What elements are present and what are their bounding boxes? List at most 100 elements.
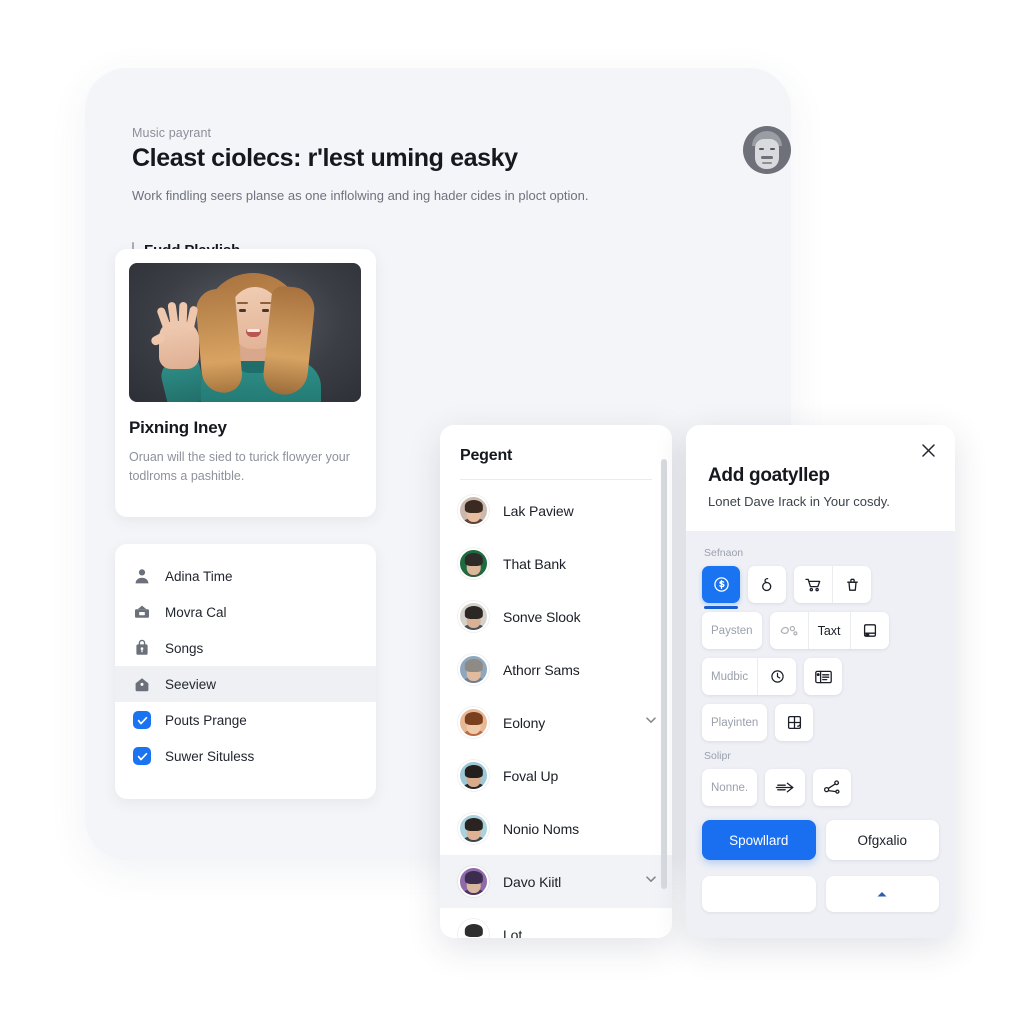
media-card[interactable]: Pixning Iney Oruan will the sied to turi… — [115, 249, 376, 517]
contact-name: Lak Paview — [503, 502, 574, 519]
toolbar-group — [748, 566, 786, 603]
photo-eye-right — [262, 309, 269, 312]
avatar-chin — [762, 162, 772, 164]
dialog-overflow-row — [702, 876, 939, 912]
home-icon — [133, 675, 151, 693]
toolbar-group — [702, 566, 740, 609]
toolbar-row: Paysten Taxt — [702, 612, 939, 649]
cart-button[interactable] — [794, 566, 832, 603]
avatar — [458, 548, 489, 579]
contact-row[interactable]: Athorr Sams — [440, 643, 672, 696]
menu-card: Adina Time Movra Cal Songs Seeview Pouts Pra… — [115, 544, 376, 799]
tablet-button[interactable] — [850, 612, 889, 649]
avatar — [458, 654, 489, 685]
window-icon — [786, 714, 803, 731]
trash-icon — [844, 576, 861, 593]
toolbar-button-label: Mudbic — [711, 670, 749, 683]
avatar-hair — [464, 871, 483, 884]
share-nodes-button[interactable] — [813, 769, 852, 806]
paysten-button[interactable]: Paysten — [702, 612, 762, 649]
menu-item-pouts-prange[interactable]: Pouts Prange — [115, 702, 376, 738]
dialog-header: Add goatyllep Lonet Dave Irack in Your c… — [686, 425, 955, 531]
overflow-button[interactable] — [825, 876, 939, 912]
menu-item-suwer-situless[interactable]: Suwer Situless — [115, 738, 376, 774]
contact-row[interactable]: Eolony — [440, 696, 672, 749]
menu-item-label: Seeview — [165, 676, 217, 692]
menu-item-label: Movra Cal — [165, 604, 227, 620]
hook-button[interactable] — [748, 566, 786, 603]
contact-name: Davo Kiitl — [503, 873, 562, 890]
dollar-circle-icon — [713, 576, 730, 593]
dialog-subtitle: Lonet Dave Irack in Your cosdy. — [708, 494, 890, 509]
contacts-scrollbar[interactable] — [661, 459, 667, 889]
page-title: Cleast ciolecs: r'lest uming easky — [132, 144, 518, 172]
photo-brow-right — [260, 302, 271, 304]
toolbar-button-label: Nonne. — [711, 781, 749, 794]
contact-row[interactable]: Foval Up — [440, 749, 672, 802]
avatar — [458, 866, 489, 897]
check-badge-icon — [133, 747, 151, 765]
close-icon[interactable] — [917, 439, 939, 461]
contacts-list: Lak Paview That Bank Sonve Slook Athorr Sam… — [440, 480, 672, 938]
list-panel-button[interactable] — [804, 658, 843, 695]
contact-name: Foval Up — [503, 767, 559, 784]
overflow-button[interactable] — [702, 876, 816, 912]
window-button[interactable] — [775, 704, 814, 741]
contact-name: Nonio Noms — [503, 820, 580, 837]
photo-brow-left — [237, 302, 248, 304]
person-icon — [133, 567, 151, 585]
toolbar-group — [775, 704, 814, 741]
lock-bag-icon — [133, 639, 151, 657]
contacts-header: Pegent — [440, 425, 672, 480]
secondary-action-button[interactable]: Ofgxalio — [825, 820, 939, 860]
contact-row[interactable]: Lot — [440, 908, 672, 938]
photo-eye-left — [239, 309, 246, 312]
toolbar-button-label: Taxt — [817, 623, 841, 638]
playinten-button[interactable]: Playinten — [702, 704, 768, 741]
nonne-button[interactable]: Nonne. — [702, 769, 758, 806]
contact-row[interactable]: Lak Paview — [440, 484, 672, 537]
avatar-hair — [464, 712, 483, 725]
avatar-mouth — [761, 156, 773, 159]
arrow-right-button[interactable] — [765, 769, 806, 806]
blob-button[interactable] — [769, 612, 808, 649]
contact-name: Sonve Slook — [503, 608, 581, 625]
menu-item-movra-cal[interactable]: Movra Cal — [115, 594, 376, 630]
dollar-circle-button[interactable] — [702, 566, 740, 609]
dialog-actions: Spowllard Ofgxalio — [702, 820, 939, 860]
clock-button[interactable] — [758, 658, 797, 695]
contact-row[interactable]: Nonio Noms — [440, 802, 672, 855]
avatar — [458, 760, 489, 791]
menu-item-adina-time[interactable]: Adina Time — [115, 558, 376, 594]
avatar — [458, 813, 489, 844]
menu-item-songs[interactable]: Songs — [115, 630, 376, 666]
chevron-down-icon[interactable] — [644, 713, 658, 732]
avatar-face — [755, 139, 779, 169]
contact-name: Lot — [503, 926, 523, 939]
tablet-icon — [862, 622, 878, 639]
contact-row[interactable]: Sonve Slook — [440, 590, 672, 643]
primary-action-button[interactable]: Spowllard — [702, 820, 816, 860]
screen: Music payrant Cleast ciolecs: r'lest umi… — [0, 0, 1024, 1024]
menu-item-label: Adina Time — [165, 568, 233, 584]
avatar-eye-right — [770, 148, 775, 150]
toolbar-group: Nonne. — [702, 769, 758, 806]
avatar[interactable] — [743, 126, 791, 174]
mudbic-button[interactable]: Mudbic — [702, 658, 758, 695]
taxt-button[interactable]: Taxt — [808, 612, 850, 649]
contact-row[interactable]: That Bank — [440, 537, 672, 590]
contact-name: That Bank — [503, 555, 566, 572]
list-panel-icon — [814, 669, 833, 685]
app-header: Music payrant Cleast ciolecs: r'lest umi… — [132, 126, 751, 259]
menu-item-label: Suwer Situless — [165, 748, 255, 764]
check-badge-icon — [133, 711, 151, 729]
trash-button[interactable] — [833, 566, 871, 603]
contact-row[interactable]: Davo Kiitl — [440, 855, 672, 908]
chevron-down-icon[interactable] — [644, 872, 658, 891]
toolbar-button-label: Playinten — [711, 716, 759, 729]
toolbar-group — [765, 769, 806, 806]
menu-item-seeview[interactable]: Seeview — [115, 666, 376, 702]
contact-name: Eolony — [503, 714, 546, 731]
contacts-title: Pegent — [460, 447, 513, 464]
toolbar-group — [794, 566, 871, 603]
